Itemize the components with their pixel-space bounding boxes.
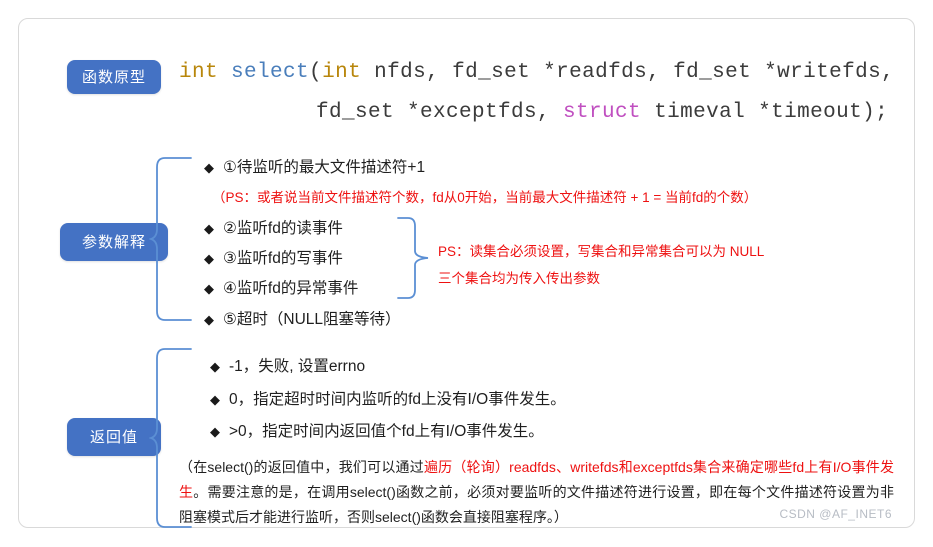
- space-1: [218, 61, 231, 84]
- param-bullet-2: ◆ ②监听fd的读事件: [204, 216, 343, 238]
- signature-line-2-pre: fd_set *exceptfds,: [316, 101, 564, 124]
- label-function-prototype: 函数原型: [67, 60, 161, 94]
- param-side-note-line-1: PS：读集合必须设置，写集合和异常集合可以为 NULL: [438, 244, 765, 259]
- diamond-bullet-icon: ◆: [204, 281, 214, 296]
- keyword-int: int: [179, 61, 219, 84]
- params-outer-brace-icon: [149, 157, 192, 321]
- content-card: 函数原型 参数解释 返回值 int select(int nfds, fd_se…: [18, 18, 915, 528]
- open-paren: (: [309, 61, 323, 84]
- function-signature-line-2: fd_set *exceptfds, struct timeval *timeo…: [316, 101, 888, 124]
- diamond-bullet-icon: ◆: [204, 221, 214, 236]
- param-bullet-5: ◆ ⑤超时（NULL阻塞等待）: [204, 307, 401, 329]
- param-bullet-4: ◆ ④监听fd的异常事件: [204, 276, 358, 298]
- param-ps-note: （PS：或者说当前文件描述符个数，fd从0开始，当前最大文件描述符 + 1 = …: [212, 190, 758, 205]
- paragraph-segment-1: （在select()的返回值中，我们可以通过: [179, 459, 424, 475]
- param-bullet-3-text: ③监听fd的写事件: [223, 250, 343, 267]
- watermark: CSDN @AF_INET6: [779, 507, 892, 521]
- function-signature-line-1: int select(int nfds, fd_set *readfds, fd…: [179, 61, 894, 84]
- param-bullet-1: ◆ ①待监听的最大文件描述符+1: [204, 155, 425, 177]
- signature-line-2-rest: timeval *timeout);: [641, 101, 889, 124]
- diamond-bullet-icon: ◆: [204, 312, 214, 327]
- param-bullet-4-text: ④监听fd的异常事件: [223, 280, 359, 297]
- return-bullet-2-text: 0，指定超时时间内监听的fd上没有I/O事件发生。: [229, 391, 566, 408]
- return-bullet-2: ◆ 0，指定超时时间内监听的fd上没有I/O事件发生。: [210, 387, 566, 409]
- return-bullet-3-text: >0，指定时间内返回值个fd上有I/O事件发生。: [229, 423, 544, 440]
- diamond-bullet-icon: ◆: [204, 160, 214, 175]
- params-inner-brace-icon: [397, 217, 429, 299]
- param-bullet-1-text: ①待监听的最大文件描述符+1: [223, 159, 426, 176]
- label-return-value: 返回值: [67, 418, 161, 456]
- signature-line-1-rest: nfds, fd_set *readfds, fd_set *writefds,: [361, 61, 895, 84]
- param-bullet-5-text: ⑤超时（NULL阻塞等待）: [223, 311, 401, 328]
- param-bullet-3: ◆ ③监听fd的写事件: [204, 246, 343, 268]
- diamond-bullet-icon: ◆: [210, 359, 220, 374]
- diamond-bullet-icon: ◆: [210, 392, 220, 407]
- return-bullet-3: ◆ >0，指定时间内返回值个fd上有I/O事件发生。: [210, 419, 544, 441]
- keyword-struct: struct: [563, 101, 642, 124]
- diamond-bullet-icon: ◆: [204, 251, 214, 266]
- param-side-note-line-2: 三个集合均为传入传出参数: [438, 271, 600, 286]
- return-bullet-1: ◆ -1，失败, 设置errno: [210, 354, 365, 376]
- diamond-bullet-icon: ◆: [210, 424, 220, 439]
- function-name-select: select: [231, 61, 310, 84]
- return-bullet-1-text: -1，失败, 设置errno: [229, 358, 366, 375]
- param-bullet-2-text: ②监听fd的读事件: [223, 220, 343, 237]
- keyword-int-2: int: [322, 61, 362, 84]
